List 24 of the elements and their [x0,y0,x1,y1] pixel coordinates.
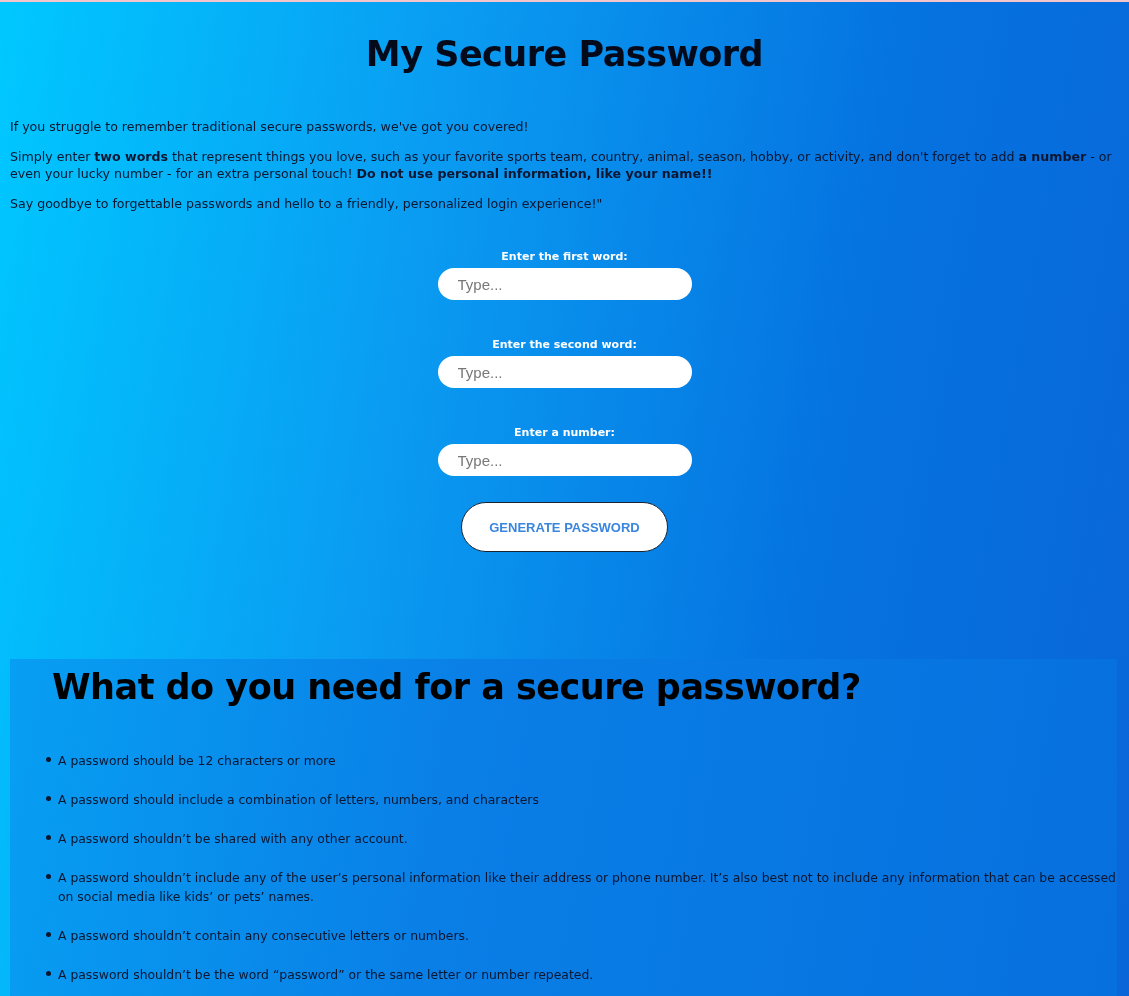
input-field[interactable]: Type... [437,268,692,300]
intro-paragraph: Say goodbye to forgettable passwords and hello to a friendly, personalized login experience!" [10,195,604,212]
bullet-icon [46,796,51,801]
tip-text: A password shouldn’t include any of the user’s personal information like their address or phone number. It’s also best not to include any information that can be accessed on social media like kids’ or pets’ names. [58,869,1117,906]
intro-paragraph: Simply enter two words that represent things you love, such as your favorite sports team, country, animal, season, hobby, or activity, and don't forget to add a number - or even your lucky number - for an extra personal touch! Do not use personal information, like your name!! [10,148,1113,182]
tip-text: A password shouldn’t be the word “password” or the same letter or number repeated. [58,966,594,984]
tip-text: A password shouldn’t be shared with any other account. [58,830,408,848]
tip-text: A password should include a combination of letters, numbers, and characters [58,791,539,809]
bullet-icon [46,874,51,879]
field-label: Enter the first word: [501,250,628,263]
page-title: My Secure Password [364,33,765,74]
section-heading: What do you need for a secure password? [51,666,862,707]
generate-button[interactable]: GENERATE PASSWORD [461,502,668,552]
bullet-icon [46,971,51,976]
bullet-icon [46,932,51,937]
field-label: Enter the second word: [492,338,637,351]
input-field[interactable]: Type... [437,444,692,476]
bullet-icon [46,835,51,840]
field-label: Enter a number: [514,426,615,439]
bullet-icon [46,757,51,762]
input-field[interactable]: Type... [437,356,692,388]
tip-text: A password should be 12 characters or more [58,752,336,770]
intro-paragraph: If you struggle to remember traditional secure passwords, we've got you covered! [10,118,530,135]
tip-text: A password shouldn’t contain any consecutive letters or numbers. [58,927,469,945]
